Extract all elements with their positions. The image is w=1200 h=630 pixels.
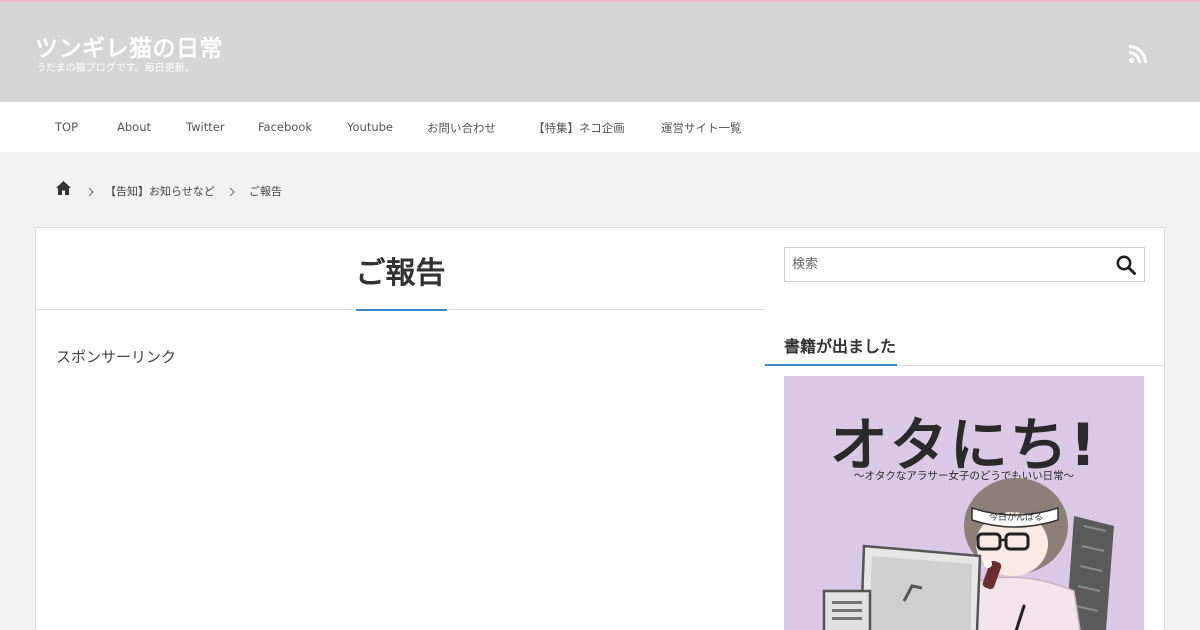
- home-icon[interactable]: [55, 180, 72, 196]
- sidebar: 書籍が出ました オタにち! 〜オタクなアラサー女子のどうでもいい日常〜 今日がん…: [765, 227, 1165, 630]
- sponsor-link-label: スポンサーリンク: [56, 348, 177, 366]
- book-cover-image[interactable]: オタにち! 〜オタクなアラサー女子のどうでもいい日常〜 今日がんばる: [784, 376, 1144, 630]
- nav-item-top[interactable]: TOP: [55, 120, 78, 134]
- search-icon[interactable]: [1115, 254, 1137, 276]
- global-nav: TOP About Twitter Facebook Youtube お問い合わ…: [0, 102, 1200, 152]
- widget-title-underline: [765, 364, 897, 366]
- article-header: ご報告: [36, 228, 765, 311]
- search-form: [784, 247, 1145, 282]
- rss-icon[interactable]: [1128, 44, 1148, 64]
- widget-title: 書籍が出ました: [784, 337, 897, 356]
- site-description: うだまの猫ブログです。毎日更新。: [36, 63, 195, 74]
- site-header: ツンギレ猫の日常 うだまの猫ブログです。毎日更新。: [0, 0, 1200, 102]
- nav-item-sites[interactable]: 運営サイト一覧: [661, 120, 742, 136]
- nav-item-twitter[interactable]: Twitter: [186, 120, 225, 134]
- nav-item-youtube[interactable]: Youtube: [347, 120, 393, 134]
- title-underline: [356, 309, 447, 311]
- breadcrumb-current: ご報告: [249, 185, 282, 198]
- book-headband-text: 今日がんばる: [989, 511, 1043, 523]
- article-title: ご報告: [355, 256, 446, 291]
- breadcrumb-category[interactable]: 【告知】お知らせなど: [105, 183, 215, 199]
- nav-item-feature[interactable]: 【特集】ネコ企画: [533, 120, 625, 136]
- chevron-right-icon: [227, 183, 237, 197]
- search-input[interactable]: [785, 248, 1105, 281]
- nav-item-facebook[interactable]: Facebook: [258, 120, 312, 134]
- nav-item-about[interactable]: About: [117, 120, 151, 134]
- article-card: ご報告 スポンサーリンク: [35, 227, 766, 630]
- nav-item-contact[interactable]: お問い合わせ: [427, 120, 496, 136]
- chevron-right-icon: [86, 183, 96, 197]
- site-title[interactable]: ツンギレ猫の日常: [35, 29, 223, 63]
- book-illustration: 今日がんばる: [822, 478, 1114, 630]
